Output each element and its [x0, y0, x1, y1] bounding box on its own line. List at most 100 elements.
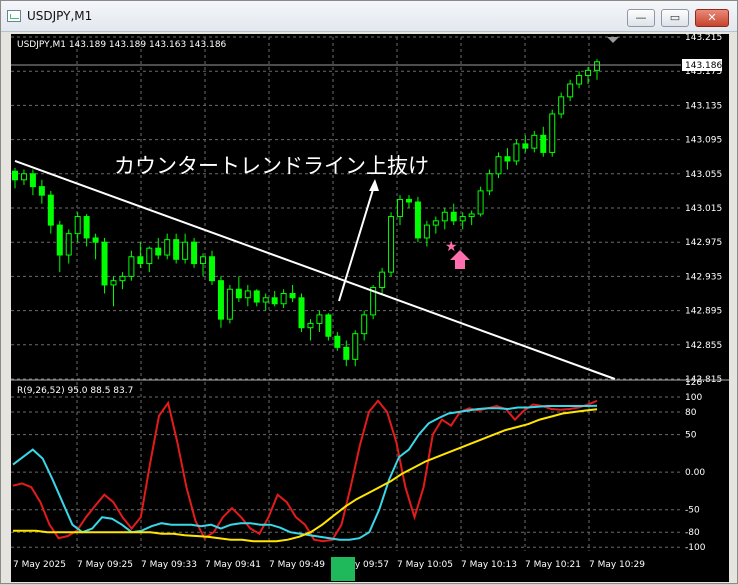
bull-candle: [226, 288, 233, 320]
bull-candle: [146, 247, 153, 265]
bull-candle: [128, 256, 135, 277]
bull-candle: [182, 241, 189, 260]
indicator-tick-label: -100: [685, 543, 706, 553]
time-tick-label: 7 May 10:29: [589, 560, 645, 570]
time-scroll-marker[interactable]: [331, 557, 355, 581]
annotation-arrow-head: [369, 179, 379, 191]
bear-candle: [271, 297, 278, 305]
indicator-header: R(9,26,52) 95.0 88.5 83.7: [17, 386, 133, 396]
bear-candle: [289, 293, 296, 299]
chart-header: USDJPY,M1 143.189 143.189 143.163 143.18…: [17, 40, 227, 50]
price-tick-label: 143.215: [685, 33, 722, 43]
bull-candle: [361, 314, 368, 335]
bull-candle: [558, 96, 565, 115]
bear-candle: [101, 241, 108, 286]
bull-candle: [110, 280, 117, 286]
indicator-tick-labels: 12010080500.00-50-80-100: [685, 378, 706, 553]
bull-candle: [74, 216, 81, 235]
bull-candle: [164, 239, 171, 256]
annotation-text[interactable]: カウンタートレンドライン上抜け: [114, 154, 429, 178]
bear-candle: [38, 186, 45, 196]
bull-candle: [65, 233, 72, 256]
bull-candle: [307, 322, 314, 329]
bear-candle: [343, 346, 350, 360]
bull-candle: [495, 156, 502, 175]
time-tick-label: 7 May 09:25: [77, 560, 133, 570]
price-tick-labels: 143.215143.175143.135143.095143.055143.0…: [685, 33, 722, 385]
bull-candle: [549, 113, 556, 153]
indicator-tick-label: 100: [685, 393, 702, 403]
bull-candle: [20, 173, 27, 181]
time-tick-labels: 7 May 2025 7 May 09:25 7 May 09:33 7 May 09…: [13, 560, 645, 570]
bull-candle: [262, 297, 269, 303]
time-tick-label: 7 May 10:05: [397, 560, 453, 570]
bull-candle: [432, 220, 439, 226]
star-marker[interactable]: ★: [445, 239, 458, 255]
bull-candle: [441, 211, 448, 222]
time-tick-label: 7 May 10:13: [461, 560, 517, 570]
bear-candle: [47, 194, 54, 226]
indicator-tick-label: 80: [685, 408, 697, 418]
bear-candle: [56, 224, 63, 256]
bear-candle: [504, 156, 511, 162]
bull-candle: [486, 173, 493, 192]
price-tick-label: 143.015: [685, 204, 722, 214]
mid-series-line: [12, 404, 598, 541]
bear-candle: [235, 288, 242, 299]
bear-candle: [298, 297, 305, 329]
bull-candle: [244, 290, 251, 299]
bear-candle: [540, 134, 547, 153]
grid: [11, 36, 681, 551]
price-tick-label: 142.935: [685, 272, 722, 282]
indicator-tick-label: 0.00: [685, 468, 705, 478]
slow-series-line: [13, 408, 598, 543]
bull-candle: [397, 198, 404, 218]
bear-candle: [92, 237, 99, 243]
bear-candle: [334, 335, 341, 348]
chart-svg: 143.215143.175143.135143.095143.055143.0…: [11, 33, 729, 581]
indicator-tick-label: -50: [685, 506, 700, 516]
bear-candle: [208, 256, 215, 282]
bull-candle: [567, 83, 574, 98]
bull-candle: [388, 216, 395, 273]
bull-candle: [477, 190, 484, 215]
bull-candle: [379, 271, 386, 289]
bear-candle: [155, 247, 162, 256]
bull-candle: [594, 61, 600, 71]
time-tick-label: 7 May 09:41: [205, 560, 261, 570]
price-tick-label: 142.855: [685, 341, 722, 351]
price-tick-label: 143.055: [685, 170, 722, 180]
bull-candle: [423, 224, 430, 239]
bull-candle: [119, 275, 126, 282]
bear-candle: [253, 290, 260, 303]
price-tick-label: 143.095: [685, 136, 722, 146]
indicator-tick-label: 50: [685, 431, 697, 441]
bear-candle: [173, 239, 180, 260]
bear-candle: [414, 201, 421, 239]
chart-shift-marker[interactable]: [607, 37, 619, 43]
time-tick-label: 7 May 09:49: [269, 560, 325, 570]
bull-candle: [352, 333, 359, 360]
price-tick-label: 142.975: [685, 238, 722, 248]
indicator-tick-label: -80: [685, 528, 700, 538]
bull-candle: [468, 213, 475, 218]
time-tick-label: 7 May 09:33: [141, 560, 197, 570]
annotation-arrow-line[interactable]: [338, 182, 376, 302]
time-tick-label: 7 May 2025: [13, 560, 66, 570]
bear-candle: [325, 314, 332, 337]
bear-candle: [83, 216, 90, 239]
price-tick-label: 142.895: [685, 307, 722, 317]
bull-candle: [280, 293, 287, 305]
bull-candle: [585, 69, 592, 76]
indicator-series: [12, 399, 598, 543]
bull-candle: [316, 314, 323, 324]
bull-candle: [200, 256, 207, 265]
current-price-label: 143.186: [685, 61, 722, 71]
time-tick-label: 7 May 10:21: [525, 560, 581, 570]
bear-candle: [450, 211, 457, 222]
chart-window: USDJPY,M1 — ▭ ✕ 143.215 143.175 143.135 143…: [0, 0, 738, 584]
bull-candle: [513, 143, 520, 162]
bull-candle: [576, 74, 583, 85]
bear-candle: [12, 170, 18, 181]
bull-candle: [459, 216, 466, 222]
